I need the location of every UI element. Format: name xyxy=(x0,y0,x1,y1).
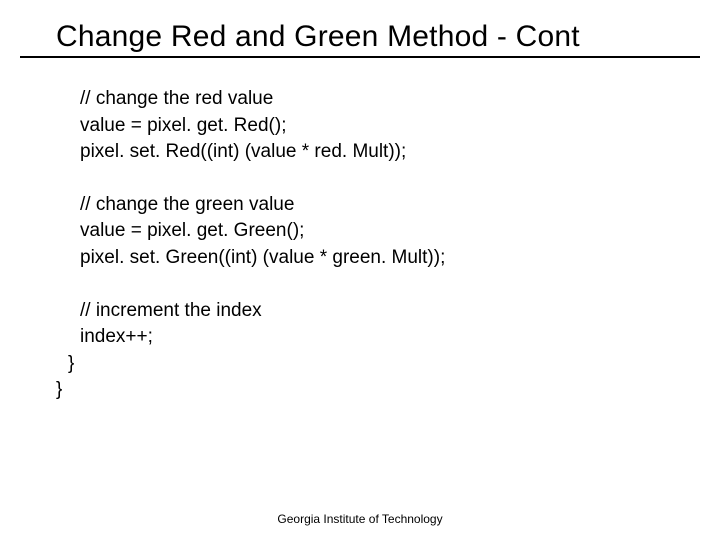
code-line: index++; xyxy=(56,324,720,351)
closing-brace-inner: } xyxy=(56,351,720,378)
footer-text: Georgia Institute of Technology xyxy=(0,512,720,526)
code-line: pixel. set. Green((int) (value * green. … xyxy=(56,245,720,272)
code-line: // change the green value xyxy=(56,192,720,219)
code-line: // increment the index xyxy=(56,298,720,325)
code-block-green: // change the green value value = pixel.… xyxy=(56,192,720,272)
code-content: // change the red value value = pixel. g… xyxy=(0,58,720,404)
code-line: value = pixel. get. Red(); xyxy=(56,113,720,140)
code-block-increment: // increment the index index++; xyxy=(56,298,720,351)
closing-brace-outer: } xyxy=(56,377,720,404)
code-line: value = pixel. get. Green(); xyxy=(56,218,720,245)
code-line: // change the red value xyxy=(56,86,720,113)
slide-title: Change Red and Green Method - Cont xyxy=(20,0,700,58)
code-block-red: // change the red value value = pixel. g… xyxy=(56,86,720,166)
code-line: pixel. set. Red((int) (value * red. Mult… xyxy=(56,139,720,166)
